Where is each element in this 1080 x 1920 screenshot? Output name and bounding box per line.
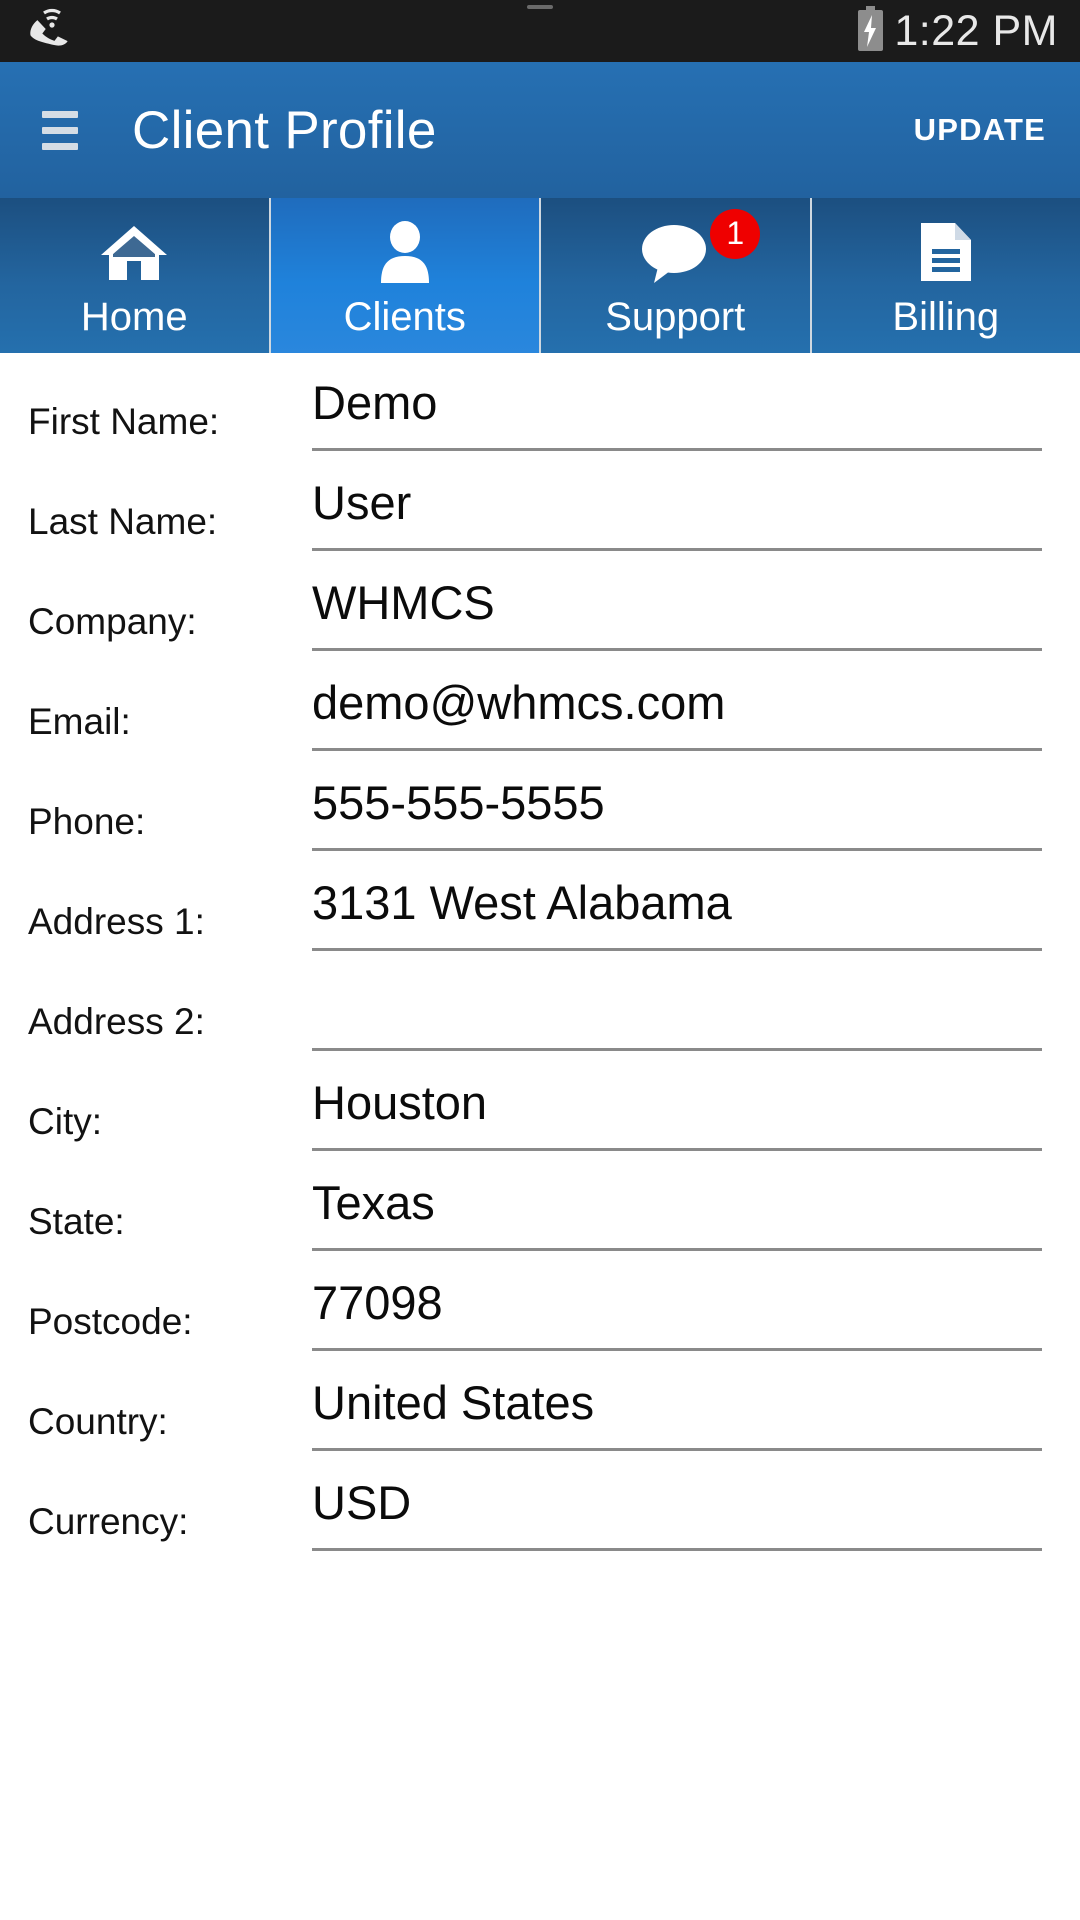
status-bar-clock: 1:22 PM <box>894 6 1058 55</box>
postcode-input[interactable]: 77098 <box>312 1263 1042 1351</box>
status-bar-right: 1:22 PM <box>857 5 1058 57</box>
hamburger-bar <box>42 142 78 150</box>
field-row-country: Country: United States <box>0 1363 1080 1463</box>
tab-clients[interactable]: Clients <box>270 198 541 353</box>
tab-home[interactable]: Home <box>0 198 271 353</box>
field-row-last-name: Last Name: User <box>0 463 1080 563</box>
field-row-email: Email: demo@whmcs.com <box>0 663 1080 763</box>
field-label: Address 1: <box>28 901 205 942</box>
field-row-first-name: First Name: Demo <box>0 363 1080 463</box>
tab-label: Support <box>605 294 746 339</box>
tab-label: Clients <box>343 294 466 339</box>
field-row-company: Company: WHMCS <box>0 563 1080 663</box>
status-bar-left <box>26 7 70 56</box>
field-label: Company: <box>28 601 197 642</box>
field-row-city: City: Houston <box>0 1063 1080 1163</box>
page-title: Client Profile <box>132 100 437 160</box>
field-value: 555-555-5555 <box>312 779 605 829</box>
address-2-input[interactable] <box>312 963 1042 1051</box>
field-value: Texas <box>312 1179 435 1229</box>
field-label: Last Name: <box>28 501 218 542</box>
field-value: WHMCS <box>312 579 495 629</box>
first-name-input[interactable]: Demo <box>312 363 1042 451</box>
phone-input[interactable]: 555-555-5555 <box>312 763 1042 851</box>
field-label: First Name: <box>28 401 220 442</box>
field-value: demo@whmcs.com <box>312 679 726 729</box>
last-name-input[interactable]: User <box>312 463 1042 551</box>
field-row-address-1: Address 1: 3131 West Alabama <box>0 863 1080 963</box>
update-button[interactable]: UPDATE <box>914 112 1046 148</box>
field-value: Houston <box>312 1079 488 1129</box>
field-row-phone: Phone: 555-555-5555 <box>0 763 1080 863</box>
support-badge: 1 <box>710 208 761 259</box>
field-label: Currency: <box>28 1501 189 1542</box>
field-row-postcode: Postcode: 77098 <box>0 1263 1080 1363</box>
tab-label: Billing <box>892 294 1000 339</box>
field-label: Address 2: <box>28 1001 205 1042</box>
state-input[interactable]: Texas <box>312 1163 1042 1251</box>
home-icon <box>97 223 171 283</box>
tab-billing[interactable]: Billing <box>812 198 1080 353</box>
status-bar: 1:22 PM <box>0 0 1080 62</box>
field-value: 77098 <box>312 1279 443 1329</box>
speech-bubble-icon: 1 <box>640 208 761 283</box>
hamburger-menu-icon[interactable] <box>42 110 78 150</box>
tab-label: Home <box>80 294 188 339</box>
field-row-state: State: Texas <box>0 1163 1080 1263</box>
field-row-currency: Currency: USD <box>0 1463 1080 1563</box>
person-icon <box>372 220 438 283</box>
field-label: Phone: <box>28 801 146 842</box>
address-1-input[interactable]: 3131 West Alabama <box>312 863 1042 951</box>
country-input[interactable]: United States <box>312 1363 1042 1451</box>
company-input[interactable]: WHMCS <box>312 563 1042 651</box>
app-bar: Client Profile UPDATE <box>0 62 1080 198</box>
field-label: Email: <box>28 701 131 742</box>
hamburger-bar <box>42 126 78 134</box>
city-input[interactable]: Houston <box>312 1063 1042 1151</box>
client-profile-form: First Name: Demo Last Name: User Company… <box>0 353 1080 1563</box>
field-label: Postcode: <box>28 1301 193 1342</box>
field-value: Demo <box>312 379 438 429</box>
tab-bar: Home Clients 1 Support Billing <box>0 198 1080 353</box>
field-row-address-2: Address 2: <box>0 963 1080 1063</box>
field-value: United States <box>312 1379 595 1429</box>
field-value: USD <box>312 1479 412 1529</box>
field-value: User <box>312 479 412 529</box>
wifi-calling-icon <box>26 7 70 56</box>
screen-notch <box>527 5 553 9</box>
hamburger-bar <box>42 110 78 118</box>
email-input[interactable]: demo@whmcs.com <box>312 663 1042 751</box>
field-label: Country: <box>28 1401 168 1442</box>
battery-charging-icon <box>857 5 884 57</box>
field-value: 3131 West Alabama <box>312 879 732 929</box>
field-label: City: <box>28 1101 102 1142</box>
field-label: State: <box>28 1201 125 1242</box>
tab-support[interactable]: 1 Support <box>541 198 812 353</box>
document-icon <box>917 222 975 283</box>
currency-input[interactable]: USD <box>312 1463 1042 1551</box>
